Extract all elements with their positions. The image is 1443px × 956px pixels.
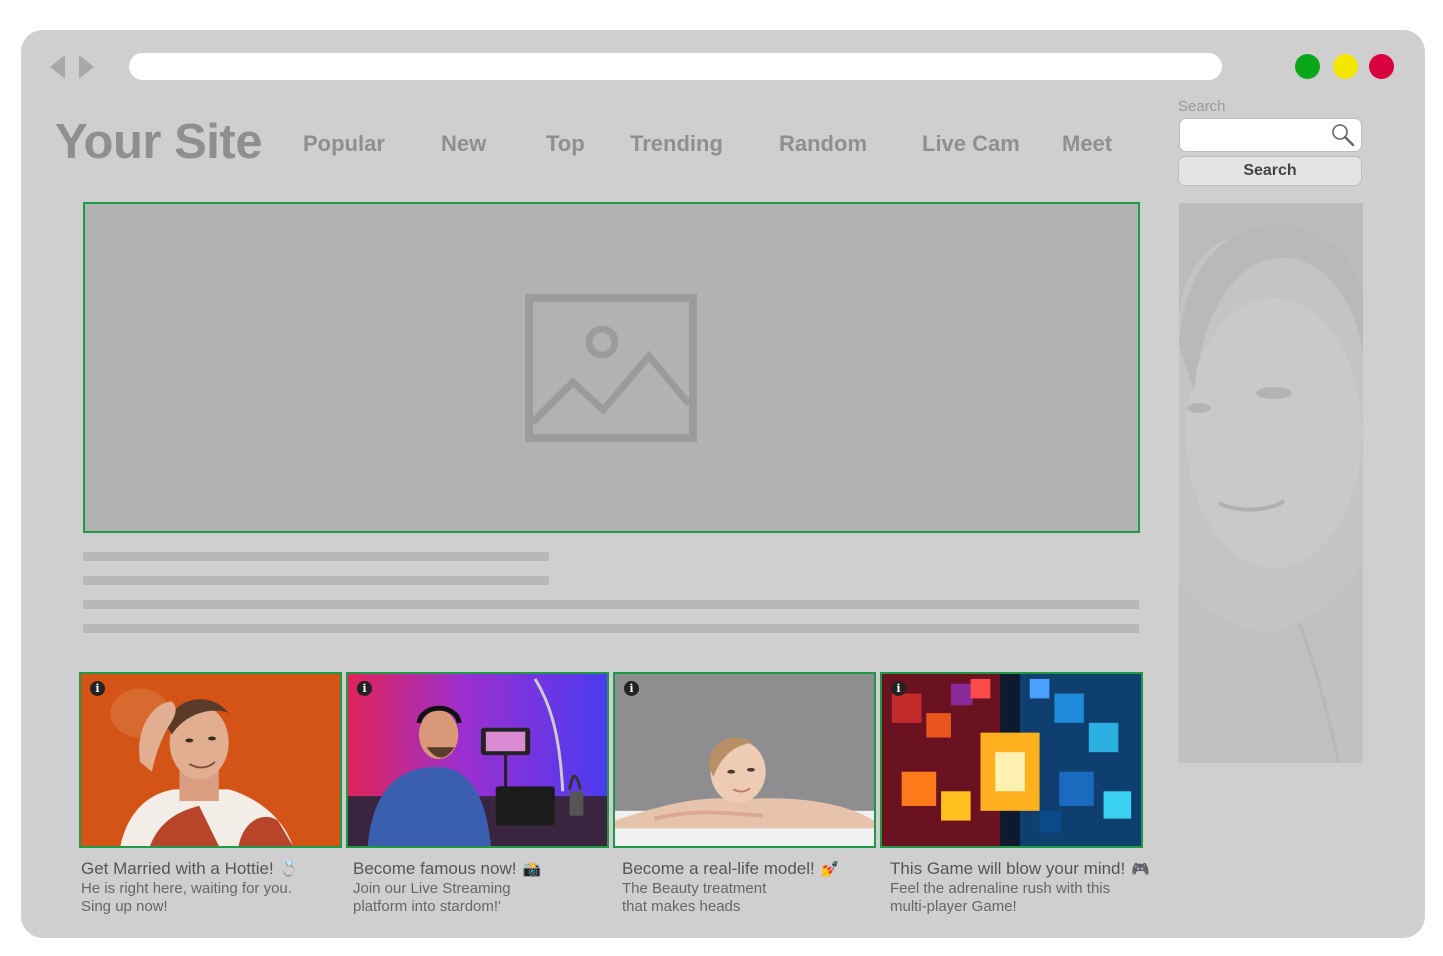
- card-title[interactable]: Become a real-life model!: [622, 859, 815, 878]
- nav-new[interactable]: New: [441, 131, 486, 157]
- search-icon[interactable]: [1331, 123, 1355, 147]
- image-placeholder-icon: [525, 294, 697, 442]
- card-description: platform into stardom!': [353, 898, 501, 915]
- close-button[interactable]: [1369, 54, 1394, 79]
- card-caption-game[interactable]: This Game will blow your mind! 🎮 Feel the…: [890, 858, 1150, 916]
- card-title[interactable]: Get Married with a Hottie!: [81, 859, 274, 878]
- card-caption-married[interactable]: Get Married with a Hottie! 💍 He is right …: [81, 858, 298, 916]
- text-placeholder-line: [83, 576, 549, 585]
- search-field[interactable]: [1179, 118, 1362, 152]
- card-caption-famous[interactable]: Become famous now! 📸 Join our Live Stream…: [353, 858, 541, 916]
- ad-card-married[interactable]: i: [79, 672, 342, 848]
- sidebar-ad-image[interactable]: [1179, 203, 1363, 763]
- info-icon[interactable]: i: [891, 681, 906, 696]
- nav-trending[interactable]: Trending: [630, 131, 723, 157]
- gamepad-icon: 🎮: [1131, 860, 1150, 878]
- card-title[interactable]: This Game will blow your mind!: [890, 859, 1125, 878]
- portrait-image: [1179, 203, 1363, 763]
- card-description: multi-player Game!: [890, 898, 1017, 915]
- card-description: Feel the adrenaline rush with this: [890, 880, 1111, 897]
- card-title[interactable]: Become famous now!: [353, 859, 516, 878]
- nav-top[interactable]: Top: [546, 131, 585, 157]
- streamer-image: [348, 674, 607, 846]
- nav-meet[interactable]: Meet: [1062, 131, 1112, 157]
- minimize-button[interactable]: [1333, 54, 1358, 79]
- ad-card-famous[interactable]: i: [346, 672, 609, 848]
- nav-random[interactable]: Random: [779, 131, 867, 157]
- text-placeholder-line: [83, 624, 1139, 633]
- search-input[interactable]: [1180, 119, 1337, 149]
- forward-arrow-icon[interactable]: [79, 55, 94, 79]
- game-blocks-image: [882, 674, 1141, 846]
- card-description: The Beauty treatment: [622, 880, 767, 897]
- text-placeholder-line: [83, 552, 549, 561]
- model-image: [615, 674, 874, 846]
- ring-icon: 💍: [279, 860, 299, 878]
- hero-banner[interactable]: [83, 202, 1140, 533]
- camera-icon: 📸: [522, 860, 542, 878]
- maximize-button[interactable]: [1295, 54, 1320, 79]
- man-portrait-image: [81, 674, 340, 846]
- back-arrow-icon[interactable]: [50, 55, 65, 79]
- card-caption-model[interactable]: Become a real-life model! 💅 The Beauty tr…: [622, 858, 839, 916]
- card-description: Sing up now!: [81, 898, 168, 915]
- info-icon[interactable]: i: [90, 681, 105, 696]
- browser-nav: [50, 55, 94, 79]
- ad-card-game[interactable]: i: [880, 672, 1143, 848]
- card-description: He is right here, waiting for you.: [81, 880, 292, 897]
- ad-card-model[interactable]: i: [613, 672, 876, 848]
- info-icon[interactable]: i: [357, 681, 372, 696]
- card-description: Join our Live Streaming: [353, 880, 511, 897]
- text-placeholder-line: [83, 600, 1139, 609]
- nav-live-cam[interactable]: Live Cam: [922, 131, 1020, 157]
- nail-polish-icon: 💅: [820, 860, 840, 878]
- search-label: Search: [1178, 98, 1226, 115]
- nav-popular[interactable]: Popular: [303, 131, 385, 157]
- card-description: that makes heads: [622, 898, 741, 915]
- search-button[interactable]: Search: [1178, 156, 1362, 186]
- address-bar[interactable]: [129, 53, 1222, 80]
- info-icon[interactable]: i: [624, 681, 639, 696]
- site-logo[interactable]: Your Site: [55, 114, 262, 170]
